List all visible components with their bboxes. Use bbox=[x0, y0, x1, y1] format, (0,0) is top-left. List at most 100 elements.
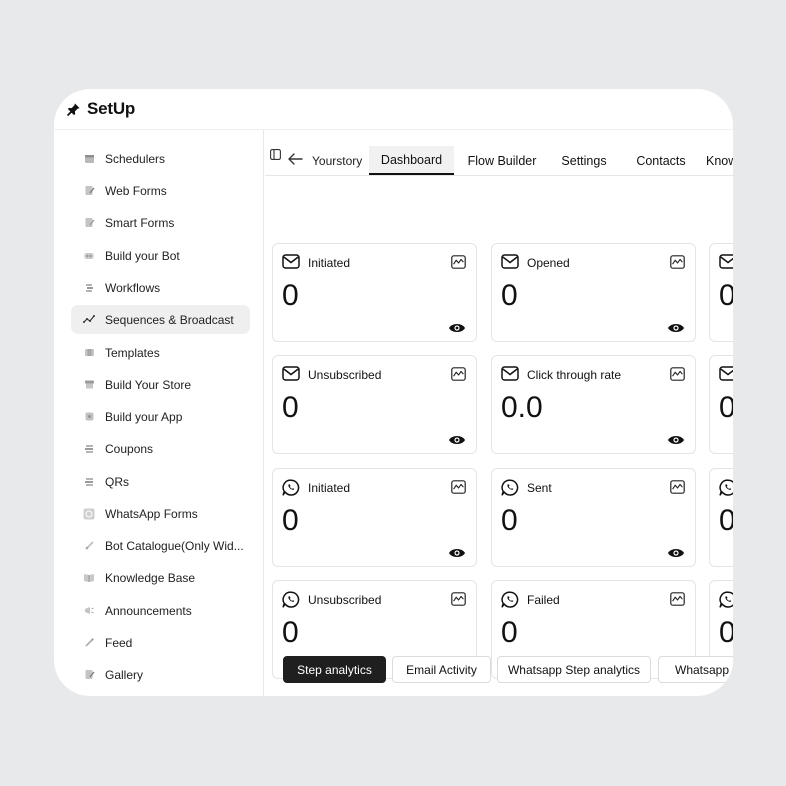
tab-bar: Yourstory Dashboard Flow Builder Settings C… bbox=[265, 130, 733, 176]
sidebar-item-label: Announcements bbox=[105, 603, 192, 618]
eye-icon[interactable] bbox=[667, 546, 685, 558]
sidebar-item[interactable]: Coupons bbox=[71, 434, 250, 463]
top-bar: SetUp bbox=[54, 89, 733, 130]
sidebar-item[interactable]: Schedulers bbox=[71, 144, 250, 173]
analytics-tab-button[interactable]: Step analytics bbox=[283, 656, 386, 683]
metric-value: 0 bbox=[719, 391, 733, 424]
sidebar-item-label: Build Your Store bbox=[105, 377, 192, 392]
coupon-icon bbox=[83, 443, 95, 455]
metric-value: 0 bbox=[719, 616, 733, 649]
tab[interactable]: Settings bbox=[552, 146, 616, 175]
metric-title: Sent bbox=[527, 481, 552, 495]
metric-card[interactable]: Sent 0 bbox=[491, 468, 696, 567]
tab[interactable]: Know bbox=[706, 146, 733, 175]
mail-icon bbox=[282, 366, 300, 382]
sidebar-item[interactable]: QRs bbox=[71, 467, 250, 496]
sidebar-item[interactable]: Sequences & Broadcast bbox=[71, 305, 250, 334]
metric-title: Failed bbox=[527, 593, 560, 607]
app-title: SetUp bbox=[87, 99, 136, 118]
tab[interactable]: Contacts bbox=[621, 146, 701, 175]
sidebar-item[interactable]: Knowledge Base bbox=[71, 563, 250, 592]
sidebar-item[interactable]: WhatsApp Forms bbox=[71, 499, 250, 528]
eye-icon[interactable] bbox=[448, 546, 466, 558]
metric-card[interactable]: Opened 0 bbox=[491, 243, 696, 342]
metric-value: 0 bbox=[282, 504, 299, 537]
metric-value: 0 bbox=[282, 279, 299, 312]
analytics-tab-button[interactable]: Whatsapp A bbox=[658, 656, 733, 683]
metric-title: Unsubscribed bbox=[308, 593, 382, 607]
book-icon bbox=[83, 572, 95, 584]
chart-icon[interactable] bbox=[670, 255, 685, 269]
eye-icon[interactable] bbox=[667, 321, 685, 333]
sidebar-item-label: Gallery bbox=[105, 667, 144, 682]
pin-icon bbox=[66, 101, 82, 117]
mail-icon bbox=[719, 254, 733, 270]
metric-card[interactable]: Unsubscribed 0 bbox=[272, 355, 477, 454]
sidebar-item[interactable]: Gallery bbox=[71, 660, 250, 689]
breadcrumb[interactable]: Yourstory bbox=[312, 154, 362, 168]
sidebar-item-label: Feed bbox=[105, 635, 133, 650]
metric-title: Unsubscribed bbox=[308, 368, 382, 382]
back-arrow-icon[interactable] bbox=[287, 152, 303, 166]
eye-icon[interactable] bbox=[667, 433, 685, 445]
sidebar-item[interactable]: Bot Catalogue(Only Wid... bbox=[71, 531, 250, 560]
chart-icon[interactable] bbox=[451, 480, 466, 494]
metric-card[interactable]: 0 bbox=[709, 355, 733, 454]
metric-card[interactable]: Initiated 0 bbox=[272, 468, 477, 567]
chart-icon[interactable] bbox=[451, 255, 466, 269]
whatsapp-icon bbox=[282, 479, 300, 496]
metric-title: Initiated bbox=[308, 256, 351, 270]
sidebar-item-label: Sequences & Broadcast bbox=[105, 312, 234, 327]
metric-card[interactable]: 0 bbox=[709, 243, 733, 342]
sidebar: Schedulers Web Forms Smart Forms Build your… bbox=[54, 130, 264, 696]
eye-icon[interactable] bbox=[448, 321, 466, 333]
sidebar-item-label: Knowledge Base bbox=[105, 570, 196, 585]
catalogue-icon bbox=[83, 540, 95, 552]
whatsapp-icon bbox=[719, 479, 733, 496]
whatsapp-icon bbox=[501, 479, 519, 496]
chart-icon[interactable] bbox=[451, 367, 466, 381]
metric-card[interactable]: 0 bbox=[709, 468, 733, 567]
analytics-tab-button[interactable]: Email Activity bbox=[392, 656, 491, 683]
metric-card[interactable]: Initiated 0 bbox=[272, 243, 477, 342]
sequence-icon bbox=[83, 314, 95, 326]
sidebar-item[interactable]: Workflows bbox=[71, 273, 250, 302]
panel-toggle-icon[interactable] bbox=[270, 147, 281, 160]
sidebar-item[interactable]: Feed bbox=[71, 628, 250, 657]
store-icon bbox=[83, 379, 95, 391]
gallery-icon bbox=[83, 669, 95, 681]
metric-value: 0 bbox=[501, 504, 518, 537]
sidebar-item-label: Smart Forms bbox=[105, 215, 175, 230]
sidebar-item-label: Coupons bbox=[105, 441, 154, 456]
workflow-icon bbox=[83, 282, 95, 294]
sidebar-item-label: Web Forms bbox=[105, 183, 167, 198]
bot-icon bbox=[83, 250, 95, 262]
chart-icon[interactable] bbox=[670, 367, 685, 381]
whatsapp-form-icon bbox=[83, 508, 95, 520]
sidebar-item[interactable]: Build Your Store bbox=[71, 370, 250, 399]
main-content: Yourstory Dashboard Flow Builder Settings C… bbox=[265, 130, 733, 696]
sidebar-item-label: Schedulers bbox=[105, 151, 166, 166]
sidebar-item[interactable]: Smart Forms bbox=[71, 208, 250, 237]
tab[interactable]: Dashboard bbox=[369, 146, 454, 175]
chart-icon[interactable] bbox=[451, 592, 466, 606]
app-icon bbox=[83, 411, 95, 423]
sidebar-item[interactable]: Build your Bot bbox=[71, 241, 250, 270]
sidebar-item-label: Templates bbox=[105, 345, 160, 360]
metric-value: 0 bbox=[501, 616, 518, 649]
eye-icon[interactable] bbox=[448, 433, 466, 445]
metric-value: 0.0 bbox=[501, 391, 543, 424]
chart-icon[interactable] bbox=[670, 480, 685, 494]
sidebar-item[interactable]: Web Forms bbox=[71, 176, 250, 205]
sidebar-item-label: Bot Catalogue(Only Wid... bbox=[105, 538, 244, 553]
sidebar-item[interactable]: Build your App bbox=[71, 402, 250, 431]
analytics-tab-button[interactable]: Whatsapp Step analytics bbox=[497, 656, 651, 683]
metric-card[interactable]: Click through rate 0.0 bbox=[491, 355, 696, 454]
chart-icon[interactable] bbox=[670, 592, 685, 606]
tab[interactable]: Flow Builder bbox=[458, 146, 546, 175]
sidebar-item[interactable]: Announcements bbox=[71, 596, 250, 625]
sidebar-item[interactable]: Templates bbox=[71, 338, 250, 367]
sidebar-item-label: Build your App bbox=[105, 409, 183, 424]
sidebar-item-label: Build your Bot bbox=[105, 248, 180, 263]
smart-form-icon bbox=[83, 217, 95, 229]
